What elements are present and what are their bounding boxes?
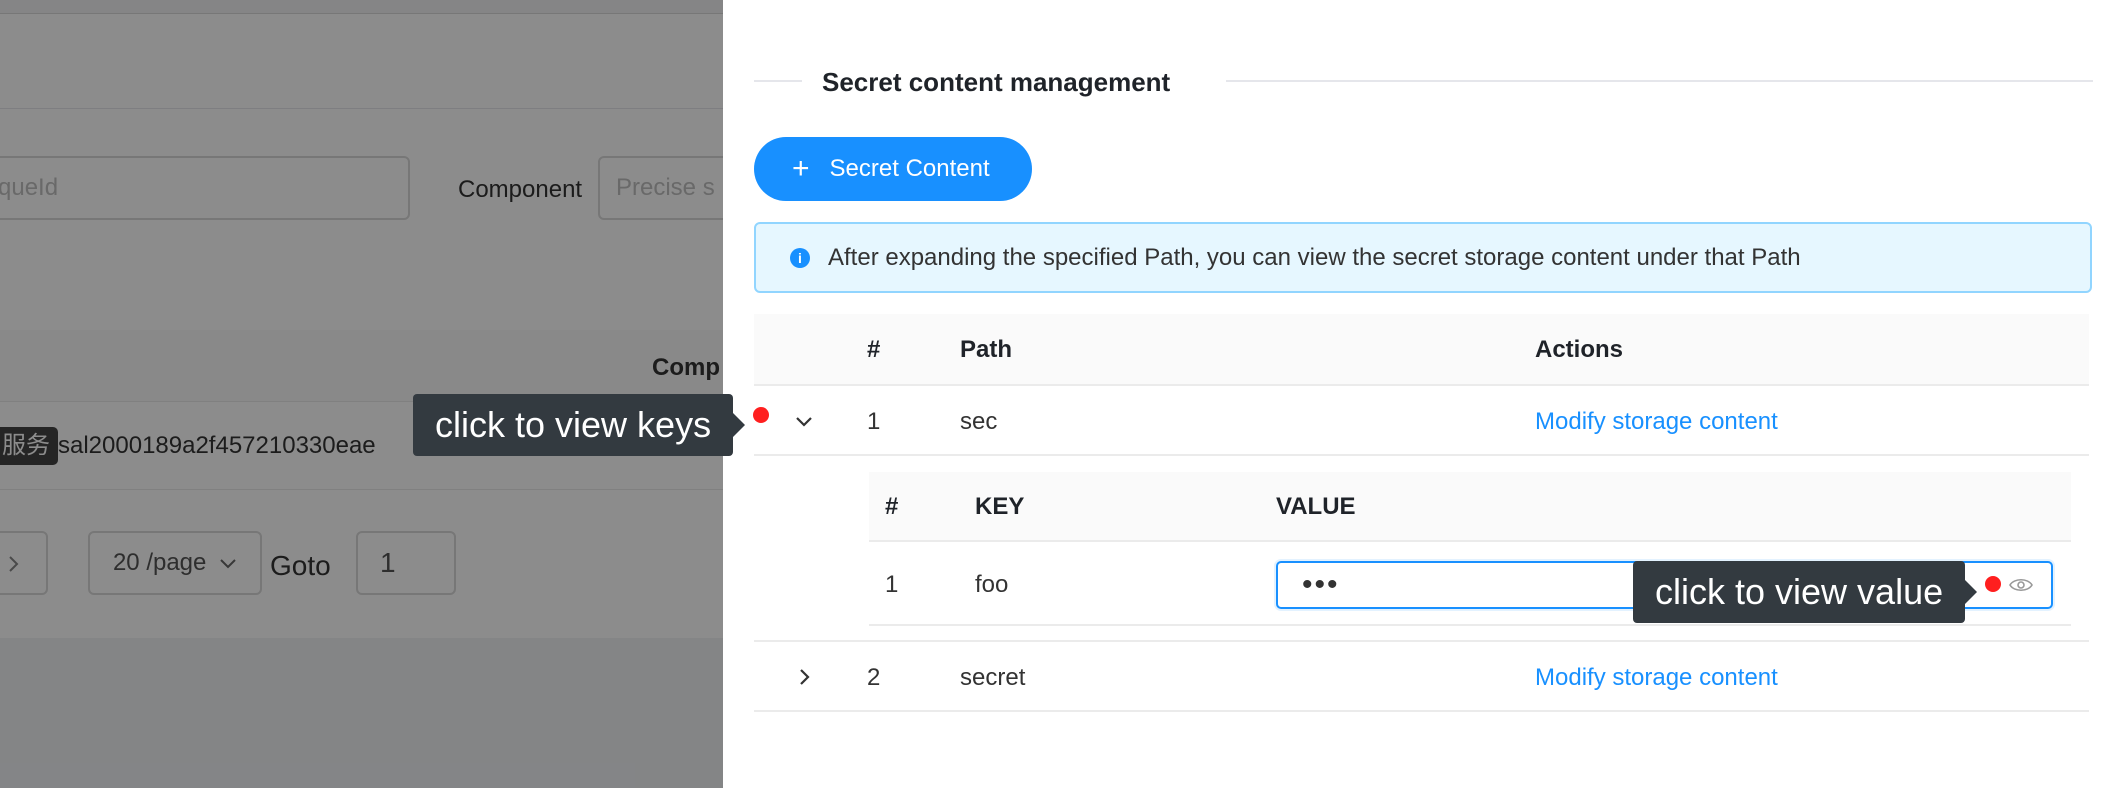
row-index: 2 — [867, 664, 881, 691]
eye-icon[interactable] — [2009, 577, 2033, 593]
row-path: secret — [960, 664, 1026, 691]
nested-row-key: foo — [975, 571, 1009, 598]
section-divider-right — [1226, 80, 2093, 82]
section-divider-left — [754, 80, 802, 82]
nested-row-index: 1 — [885, 571, 899, 598]
annotation-dot-keys — [753, 407, 769, 423]
info-alert: i After expanding the specified Path, yo… — [754, 222, 2092, 293]
add-secret-content-label: Secret Content — [829, 155, 990, 182]
row-path: sec — [960, 408, 998, 435]
modify-storage-content-link[interactable]: Modify storage content — [1535, 408, 1778, 436]
secret-drawer: Secret content management + Secret Conte… — [723, 0, 2122, 788]
add-secret-content-button[interactable]: + Secret Content — [754, 137, 1032, 201]
secret-table-header: # Path Actions — [754, 314, 2089, 386]
nested-header-index: # — [885, 493, 899, 520]
table-row: 1 sec Modify storage content — [754, 386, 2089, 456]
chevron-right-icon[interactable] — [792, 665, 816, 689]
nested-header-key: KEY — [975, 493, 1025, 520]
annotation-dot-value — [1985, 576, 2001, 592]
info-icon: i — [790, 247, 810, 268]
row-index: 1 — [867, 408, 881, 435]
modify-storage-content-link[interactable]: Modify storage content — [1535, 664, 1778, 692]
header-path: Path — [960, 336, 1013, 363]
section-title: Secret content management — [822, 67, 1171, 97]
chevron-down-icon[interactable] — [792, 410, 816, 434]
nested-header-value: VALUE — [1276, 493, 1356, 520]
info-alert-text: After expanding the specified Path, you … — [828, 243, 1801, 271]
view-value-tooltip: click to view value — [1633, 561, 1978, 623]
view-keys-tooltip: click to view keys — [413, 394, 746, 456]
header-index: # — [867, 336, 881, 363]
masked-value: ••• — [1302, 568, 1340, 601]
table-row: 2 secret Modify storage content — [754, 642, 2089, 712]
header-actions: Actions — [1535, 336, 1624, 363]
nested-table-header: # KEY VALUE — [869, 472, 2071, 542]
plus-icon: + — [792, 152, 810, 185]
